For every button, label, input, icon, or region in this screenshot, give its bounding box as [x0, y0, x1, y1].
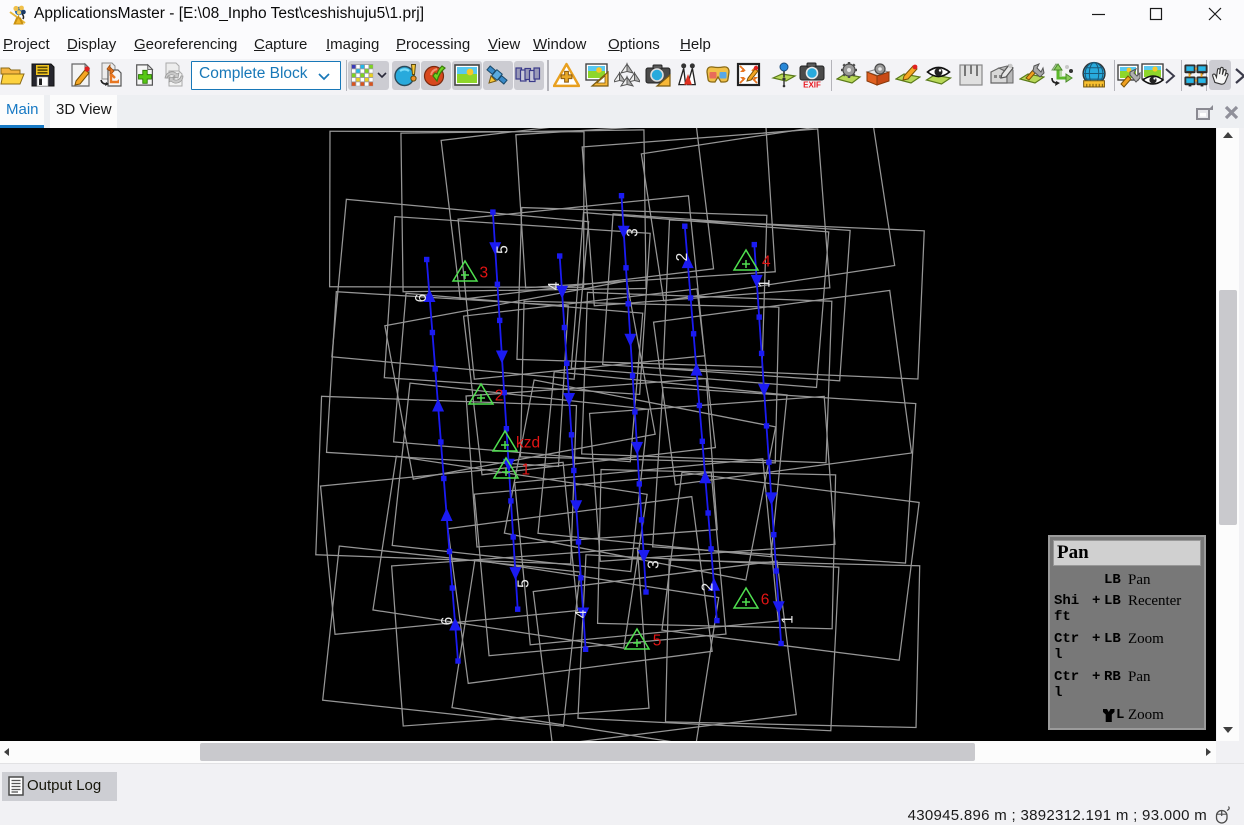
- svg-text:4: 4: [762, 254, 771, 271]
- svg-text:5: 5: [495, 245, 512, 254]
- svg-text:2: 2: [700, 583, 717, 592]
- svg-text:kzd: kzd: [516, 435, 540, 452]
- svg-text:4: 4: [573, 609, 590, 618]
- svg-text:6: 6: [413, 294, 430, 303]
- svg-text:3: 3: [646, 560, 663, 569]
- svg-text:3: 3: [480, 265, 489, 282]
- svg-text:5: 5: [516, 579, 533, 588]
- svg-text:1: 1: [522, 462, 531, 479]
- svg-text:2: 2: [674, 253, 691, 262]
- svg-text:1: 1: [757, 279, 774, 288]
- svg-text:EXIF: EXIF: [803, 81, 821, 89]
- svg-text:5: 5: [653, 633, 662, 650]
- svg-text:3: 3: [625, 228, 642, 237]
- svg-text:4: 4: [546, 281, 563, 290]
- svg-text:2: 2: [495, 388, 504, 405]
- svg-text:6: 6: [761, 592, 770, 609]
- svg-text:6: 6: [439, 617, 456, 626]
- svg-text:1: 1: [780, 615, 797, 624]
